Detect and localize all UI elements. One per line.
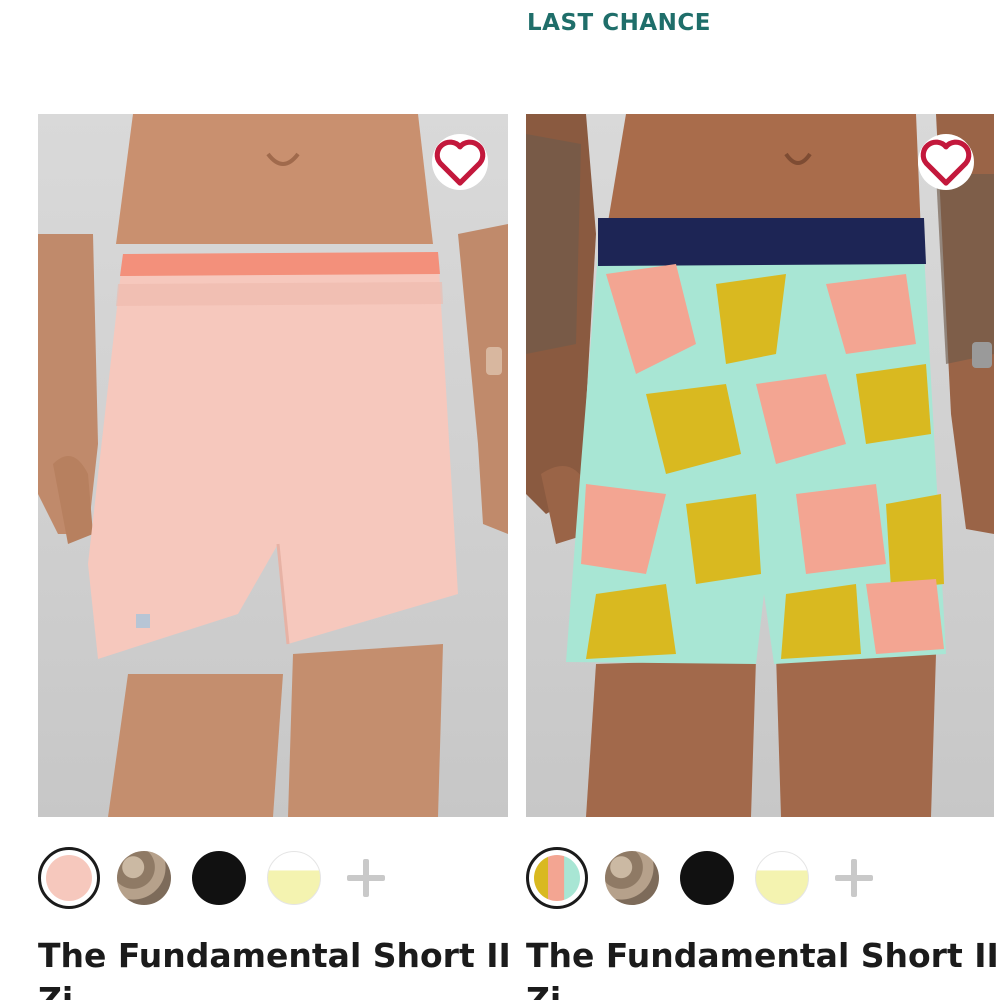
last-chance-badge: LAST CHANCE [527,10,711,36]
swatch-print[interactable] [526,847,588,909]
plus-icon [347,859,385,897]
swatch-camo[interactable] [113,847,175,909]
heart-outline-icon [920,139,972,186]
more-colors-button[interactable] [826,850,882,906]
more-colors-button[interactable] [338,850,394,906]
product-title-line2: Zi [526,980,562,1000]
product-photo-print-shorts [526,114,994,817]
waistband [120,252,440,276]
swatch-black[interactable] [188,847,250,909]
swatch-blush[interactable] [38,847,100,909]
swatch-camo[interactable] [601,847,663,909]
product-image[interactable] [526,114,994,817]
waistband [598,218,926,266]
product-title[interactable]: The Fundamental Short II Zi [38,934,511,1000]
wishlist-button[interactable] [918,134,974,190]
product-card[interactable]: The Fundamental Short II Zi [38,114,511,1000]
product-title-line1: The Fundamental Short II [38,936,511,975]
color-swatches [526,846,882,910]
product-image[interactable] [38,114,508,817]
product-title[interactable]: The Fundamental Short II Zi [526,934,999,1000]
color-swatches [38,846,394,910]
shorts-body [88,252,458,659]
swatch-lemon[interactable] [263,847,325,909]
swatch-black[interactable] [676,847,738,909]
product-grid-page: LAST CHANCE The Fundamental Short II Zi … [0,0,1000,1000]
swatch-lemon[interactable] [751,847,813,909]
wishlist-button[interactable] [432,134,488,190]
heart-outline-icon [434,139,486,186]
product-card[interactable]: The Fundamental Short II Zi [526,114,999,1000]
product-photo-pink-shorts [38,114,508,817]
product-title-line1: The Fundamental Short II [526,936,999,975]
product-title-line2: Zi [38,980,74,1000]
plus-icon [835,859,873,897]
